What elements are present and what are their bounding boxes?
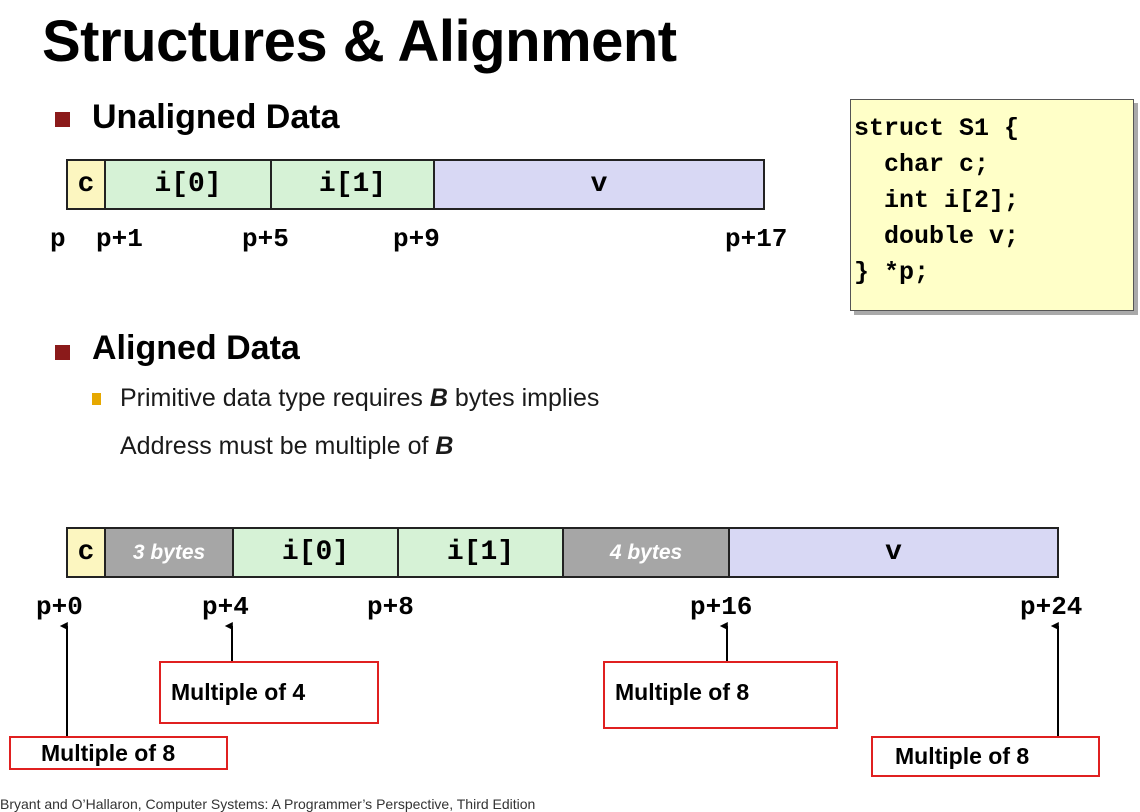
note-multiple-of-4: Multiple of 4 (159, 661, 379, 724)
note-multiple-of-8-p16: Multiple of 8 (603, 661, 838, 729)
note-multiple-of-8-p24: Multiple of 8 (871, 736, 1100, 777)
note-multiple-of-8-p0: Multiple of 8 (9, 736, 228, 770)
footer-citation: Bryant and O’Hallaron, Computer Systems:… (0, 796, 536, 812)
